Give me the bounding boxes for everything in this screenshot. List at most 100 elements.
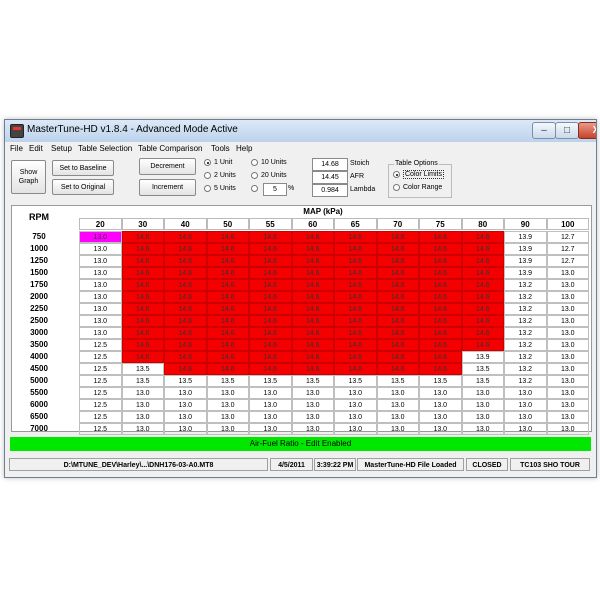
table-cell[interactable]: 12.7 xyxy=(546,243,589,255)
table-cell[interactable]: 14.6 xyxy=(121,327,164,339)
table-cell[interactable]: 13.5 xyxy=(461,363,504,375)
menu-help[interactable]: Help xyxy=(236,144,252,153)
table-cell[interactable]: 14.6 xyxy=(419,279,462,291)
table-cell[interactable]: 14.6 xyxy=(376,339,419,351)
table-cell[interactable]: 13.0 xyxy=(249,399,292,411)
table-cell[interactable]: 14.6 xyxy=(376,255,419,267)
table-cell[interactable]: 14.6 xyxy=(164,255,207,267)
table-cell[interactable]: 13.0 xyxy=(546,303,589,315)
table-cell[interactable]: 13.2 xyxy=(504,279,547,291)
table-cell[interactable]: 14.6 xyxy=(334,339,377,351)
table-cell[interactable]: 13.0 xyxy=(504,423,547,435)
table-cell[interactable]: 14.6 xyxy=(206,243,249,255)
table-cell[interactable]: 14.6 xyxy=(376,327,419,339)
table-cell[interactable]: 13.0 xyxy=(249,423,292,435)
table-cell[interactable]: 13.0 xyxy=(504,399,547,411)
table-cell[interactable]: 14.6 xyxy=(164,231,207,243)
table-cell[interactable]: 13.5 xyxy=(291,375,334,387)
table-cell[interactable]: 13.0 xyxy=(79,303,122,315)
table-cell[interactable]: 14.6 xyxy=(164,363,207,375)
table-cell[interactable]: 14.6 xyxy=(419,327,462,339)
table-cell[interactable]: 14.6 xyxy=(206,339,249,351)
table-cell[interactable]: 14.6 xyxy=(461,243,504,255)
table-cell[interactable]: 14.6 xyxy=(461,291,504,303)
menu-file[interactable]: File xyxy=(10,144,23,153)
table-cell[interactable]: 14.6 xyxy=(461,267,504,279)
table-cell[interactable]: 14.6 xyxy=(206,315,249,327)
table-cell[interactable]: 14.6 xyxy=(334,303,377,315)
table-cell[interactable]: 13.0 xyxy=(79,327,122,339)
table-cell[interactable]: 14.6 xyxy=(291,255,334,267)
table-cell[interactable]: 13.0 xyxy=(79,243,122,255)
table-cell[interactable]: 14.6 xyxy=(419,267,462,279)
table-cell[interactable]: 14.6 xyxy=(291,303,334,315)
table-cell[interactable]: 13.0 xyxy=(546,363,589,375)
table-cell[interactable]: 13.0 xyxy=(121,411,164,423)
table-cell[interactable]: 14.6 xyxy=(334,327,377,339)
radio-5-units[interactable]: 5 Units xyxy=(204,185,236,192)
table-cell[interactable]: 13.0 xyxy=(206,423,249,435)
radio-color-limits[interactable]: Color Limits xyxy=(393,170,444,179)
table-cell[interactable]: 13.0 xyxy=(291,423,334,435)
table-cell[interactable]: 12.5 xyxy=(79,363,122,375)
table-cell[interactable]: 14.6 xyxy=(376,315,419,327)
table-cell[interactable]: 14.6 xyxy=(291,315,334,327)
menu-tools[interactable]: Tools xyxy=(211,144,230,153)
table-cell[interactable]: 13.9 xyxy=(504,267,547,279)
radio-1-unit[interactable]: 1 Unit xyxy=(204,159,232,166)
lambda-field[interactable]: 0.984 xyxy=(312,184,348,197)
table-cell[interactable]: 14.6 xyxy=(334,243,377,255)
table-cell[interactable]: 14.6 xyxy=(376,363,419,375)
table-cell[interactable]: 12.7 xyxy=(546,231,589,243)
table-cell[interactable]: 14.6 xyxy=(419,363,462,375)
table-cell[interactable]: 14.6 xyxy=(376,291,419,303)
table-cell[interactable]: 13.2 xyxy=(504,375,547,387)
table-cell[interactable]: 13.0 xyxy=(546,423,589,435)
table-cell[interactable]: 13.0 xyxy=(461,423,504,435)
table-cell[interactable]: 14.6 xyxy=(164,243,207,255)
table-cell[interactable]: 14.6 xyxy=(121,303,164,315)
table-cell[interactable]: 14.6 xyxy=(291,279,334,291)
table-cell[interactable]: 14.6 xyxy=(461,327,504,339)
table-cell[interactable]: 14.6 xyxy=(249,231,292,243)
table-cell[interactable]: 14.6 xyxy=(206,363,249,375)
table-cell[interactable]: 13.0 xyxy=(79,255,122,267)
table-cell[interactable]: 14.6 xyxy=(291,363,334,375)
table-cell[interactable]: 13.0 xyxy=(164,423,207,435)
table-cell[interactable]: 13.5 xyxy=(164,375,207,387)
table-cell[interactable]: 14.6 xyxy=(121,231,164,243)
close-button[interactable]: X xyxy=(578,122,596,139)
table-cell[interactable]: 13.0 xyxy=(419,423,462,435)
minimize-button[interactable]: – xyxy=(532,122,556,139)
afr-field[interactable]: 14.45 xyxy=(312,171,348,184)
show-graph-button[interactable]: Show Graph xyxy=(11,160,46,194)
table-cell[interactable]: 13.2 xyxy=(504,315,547,327)
table-cell[interactable]: 13.0 xyxy=(376,411,419,423)
radio-2-units[interactable]: 2 Units xyxy=(204,172,236,179)
table-cell[interactable]: 13.0 xyxy=(291,411,334,423)
table-cell[interactable]: 14.6 xyxy=(419,291,462,303)
table-cell[interactable]: 13.0 xyxy=(546,267,589,279)
table-cell[interactable]: 14.6 xyxy=(206,327,249,339)
table-cell[interactable]: 13.5 xyxy=(249,375,292,387)
table-cell[interactable]: 13.5 xyxy=(376,375,419,387)
table-cell[interactable]: 14.6 xyxy=(164,303,207,315)
table-cell[interactable]: 14.6 xyxy=(249,363,292,375)
table-cell[interactable]: 14.6 xyxy=(291,351,334,363)
table-cell[interactable]: 14.6 xyxy=(121,315,164,327)
table-cell[interactable]: 13.2 xyxy=(504,303,547,315)
table-cell[interactable]: 14.6 xyxy=(291,327,334,339)
table-cell[interactable]: 13.0 xyxy=(376,387,419,399)
table-cell[interactable]: 14.6 xyxy=(334,291,377,303)
title-bar[interactable]: MasterTune-HD v1.8.4 - Advanced Mode Act… xyxy=(5,120,596,142)
table-cell[interactable]: 14.6 xyxy=(376,243,419,255)
table-cell[interactable]: 14.6 xyxy=(291,339,334,351)
table-cell[interactable]: 14.6 xyxy=(419,243,462,255)
table-cell[interactable]: 13.0 xyxy=(121,423,164,435)
table-cell[interactable]: 14.6 xyxy=(164,339,207,351)
table-cell[interactable]: 14.6 xyxy=(164,351,207,363)
table-cell[interactable]: 13.0 xyxy=(79,267,122,279)
table-cell[interactable]: 13.0 xyxy=(419,411,462,423)
table-cell[interactable]: 14.6 xyxy=(121,243,164,255)
table-cell[interactable]: 12.7 xyxy=(546,255,589,267)
